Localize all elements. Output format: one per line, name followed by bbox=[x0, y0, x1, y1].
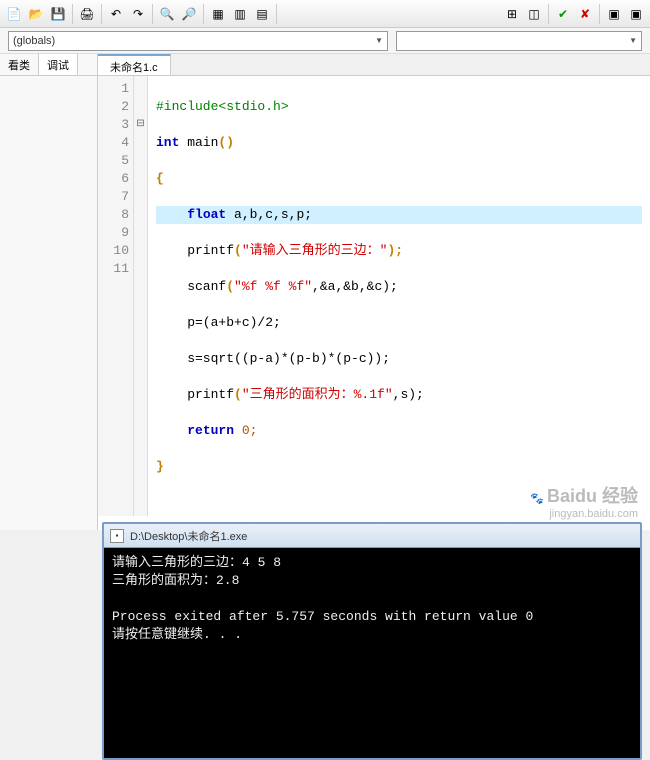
file-tabs: 未命名1.c bbox=[98, 54, 650, 76]
main-area: 看类 调试 未命名1.c 1234567891011 ⊟ #include<st… bbox=[0, 54, 650, 530]
separator bbox=[548, 4, 549, 24]
toolbar-btn-save[interactable]: 💾 bbox=[48, 4, 68, 24]
toolbar-btn-check[interactable]: ✔ bbox=[553, 4, 573, 24]
toolbar-btn-zoom[interactable]: 🔎 bbox=[179, 4, 199, 24]
scope-value: (globals) bbox=[13, 35, 55, 47]
toolbar-btn-print[interactable]: 🖨 bbox=[77, 4, 97, 24]
line-gutter: 1234567891011 bbox=[98, 76, 134, 516]
toolbar-btn-undo[interactable]: ↶ bbox=[106, 4, 126, 24]
separator bbox=[203, 4, 204, 24]
fold-gutter: ⊟ bbox=[134, 76, 148, 516]
main-toolbar: 📄 📂 💾 🖨 ↶ ↷ 🔍 🔎 ▦ ▥ ▤ ⊞ ◫ ✔ ✘ ▣ ▣ bbox=[0, 0, 650, 28]
separator bbox=[276, 4, 277, 24]
chevron-down-icon: ▼ bbox=[629, 36, 637, 45]
side-tab-debug[interactable]: 调试 bbox=[39, 54, 78, 75]
side-tab-classes[interactable]: 看类 bbox=[0, 54, 39, 75]
toolbar-btn-grid2[interactable]: ▥ bbox=[230, 4, 250, 24]
toolbar-btn-grid1[interactable]: ▦ bbox=[208, 4, 228, 24]
separator bbox=[152, 4, 153, 24]
code-body[interactable]: #include<stdio.h> int main() { float a,b… bbox=[148, 76, 650, 516]
separator bbox=[599, 4, 600, 24]
console-output[interactable]: 请输入三角形的三边：4 5 8 三角形的面积为：2.8 Process exit… bbox=[104, 548, 640, 758]
toolbar-btn-find[interactable]: 🔍 bbox=[157, 4, 177, 24]
member-combo[interactable]: ▼ bbox=[396, 31, 642, 51]
separator bbox=[101, 4, 102, 24]
scope-combo[interactable]: (globals) ▼ bbox=[8, 31, 388, 51]
side-tabs: 看类 调试 bbox=[0, 54, 97, 76]
app-icon: ▪ bbox=[110, 529, 124, 543]
chevron-down-icon: ▼ bbox=[375, 36, 383, 45]
code-editor[interactable]: 1234567891011 ⊟ #include<stdio.h> int ma… bbox=[98, 76, 650, 516]
scope-bar: (globals) ▼ ▼ bbox=[0, 28, 650, 54]
toolbar-btn-grid3[interactable]: ▤ bbox=[252, 4, 272, 24]
toolbar-btn-win1[interactable]: ▣ bbox=[604, 4, 624, 24]
toolbar-btn-redo[interactable]: ↷ bbox=[128, 4, 148, 24]
console-window: ▪ D:\Desktop\未命名1.exe 请输入三角形的三边：4 5 8 三角… bbox=[102, 522, 642, 760]
toolbar-btn-open[interactable]: 📂 bbox=[26, 4, 46, 24]
editor-area: 未命名1.c 1234567891011 ⊟ #include<stdio.h>… bbox=[98, 54, 650, 530]
toolbar-btn-win2[interactable]: ▣ bbox=[626, 4, 646, 24]
toolbar-btn-tiles[interactable]: ⊞ bbox=[502, 4, 522, 24]
toolbar-btn-cross[interactable]: ✘ bbox=[575, 4, 595, 24]
file-tab[interactable]: 未命名1.c bbox=[98, 54, 171, 75]
separator bbox=[72, 4, 73, 24]
toolbar-btn-new[interactable]: 📄 bbox=[4, 4, 24, 24]
console-titlebar[interactable]: ▪ D:\Desktop\未命名1.exe bbox=[104, 524, 640, 548]
toolbar-btn-toggle[interactable]: ◫ bbox=[524, 4, 544, 24]
side-panel: 看类 调试 bbox=[0, 54, 98, 530]
